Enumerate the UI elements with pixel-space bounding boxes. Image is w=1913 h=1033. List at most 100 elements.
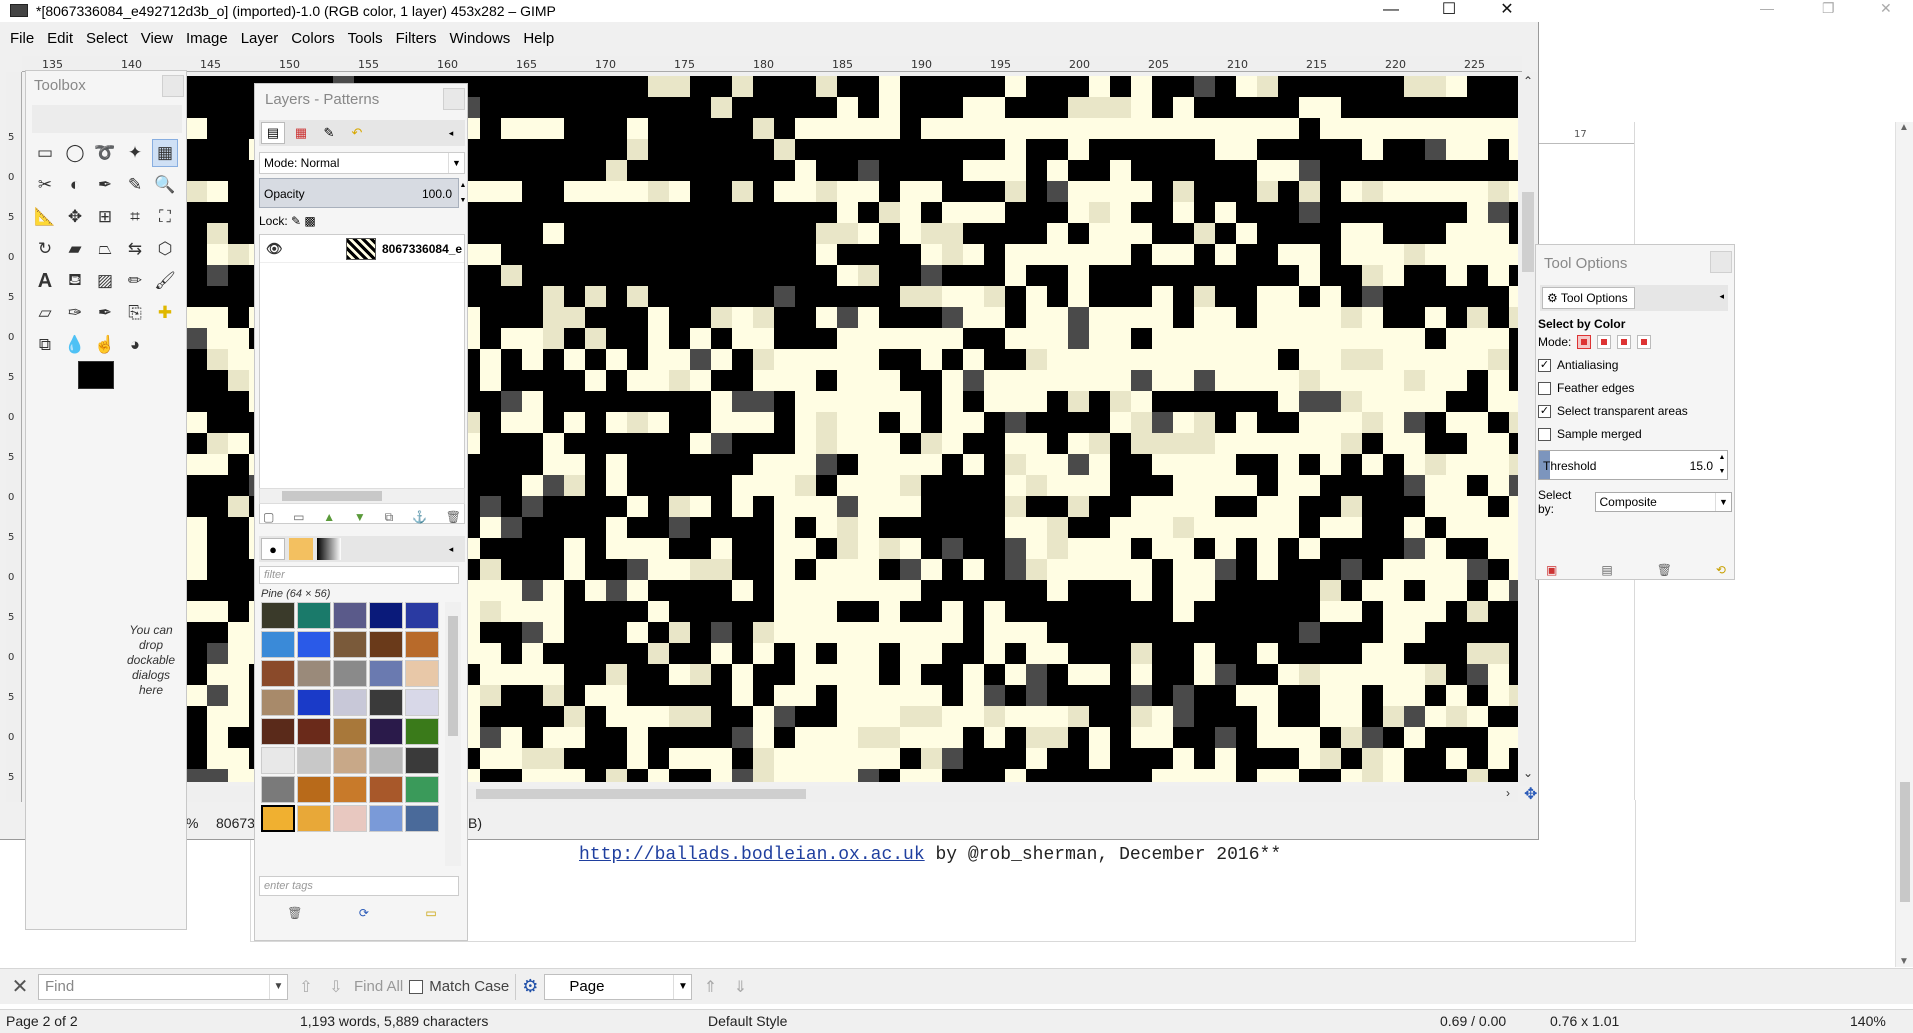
chevron-down-icon[interactable]: ▼ <box>1715 493 1731 511</box>
delete-pattern-icon[interactable]: 🗑 <box>287 906 302 920</box>
pattern-swatch[interactable] <box>297 776 331 803</box>
pattern-swatch[interactable] <box>297 689 331 716</box>
move-tool-icon[interactable]: ✥ <box>62 203 88 231</box>
page-count[interactable]: Page 2 of 2 <box>6 1013 78 1029</box>
tab-undo-icon[interactable]: ↶ <box>345 122 369 144</box>
eraser-tool-icon[interactable]: ▱ <box>32 299 58 327</box>
pattern-swatch[interactable] <box>369 660 403 687</box>
mode-subtract-icon[interactable] <box>1617 335 1632 349</box>
lock-pixels-icon[interactable]: ✎ <box>291 214 304 228</box>
airbrush-tool-icon[interactable]: ✑ <box>62 299 88 327</box>
tab-paths-icon[interactable]: ✎ <box>317 122 341 144</box>
clone-tool-icon[interactable]: ⎘ <box>122 299 148 327</box>
pattern-swatch[interactable] <box>405 631 439 658</box>
chevron-down-icon[interactable]: ▼ <box>448 153 464 173</box>
match-case-checkbox[interactable] <box>409 979 424 994</box>
scroll-down-icon[interactable]: ⌄ <box>1523 766 1533 780</box>
shear-tool-icon[interactable]: ▰ <box>62 235 88 263</box>
bg-restore-icon[interactable]: ❐ <box>1822 0 1835 17</box>
layer-list-scrollbar[interactable] <box>259 488 465 504</box>
layer-mode-select[interactable]: Mode: Normal ▼ <box>259 152 465 174</box>
rotate-tool-icon[interactable]: ↻ <box>32 235 58 263</box>
unified-transform-tool-icon[interactable]: ⛶ <box>152 203 178 231</box>
threshold-slider[interactable]: Threshold 15.0 ▲ ▼ <box>1538 450 1728 480</box>
reset-options-icon[interactable]: ⟲ <box>1716 563 1726 577</box>
pattern-swatch[interactable] <box>333 718 367 745</box>
cage-tool-icon[interactable]: ⬡ <box>152 235 178 263</box>
measure-tool-icon[interactable]: 📐 <box>32 203 58 231</box>
pattern-scrollbar[interactable] <box>445 602 461 866</box>
pattern-swatch[interactable] <box>369 689 403 716</box>
pattern-swatch[interactable] <box>369 805 403 832</box>
fuzzy-select-tool-icon[interactable]: ✦ <box>122 139 148 167</box>
pattern-swatch[interactable] <box>405 602 439 629</box>
pattern-swatch[interactable] <box>333 689 367 716</box>
scroll-thumb[interactable] <box>282 491 382 501</box>
option-row[interactable]: ✓ Antialiasing <box>1538 358 1732 372</box>
menu-image[interactable]: Image <box>186 30 228 52</box>
duplicate-layer-icon[interactable]: ⧉ <box>385 510 394 530</box>
smudge-tool-icon[interactable]: ☝ <box>92 331 118 359</box>
rect-select-tool-icon[interactable]: ▭ <box>32 139 58 167</box>
layer-list[interactable]: 👁 8067336084_e <box>259 234 465 524</box>
align-tool-icon[interactable]: ⊞ <box>92 203 118 231</box>
menu-edit[interactable]: Edit <box>47 30 73 52</box>
pattern-swatch[interactable] <box>369 718 403 745</box>
mode-add-icon[interactable] <box>1597 335 1612 349</box>
pattern-swatch[interactable] <box>333 805 367 832</box>
gradient-tool-icon[interactable]: ▨ <box>92 267 118 295</box>
pattern-swatch[interactable] <box>297 747 331 774</box>
tab-brushes-icon[interactable]: ● <box>261 538 285 560</box>
text-tool-icon[interactable]: A <box>32 267 58 295</box>
pattern-swatch[interactable] <box>333 660 367 687</box>
minimize-button[interactable]: — <box>1368 0 1414 22</box>
mode-replace-icon[interactable] <box>1577 335 1592 349</box>
option-row[interactable]: Feather edges <box>1538 381 1732 395</box>
perspective-clone-tool-icon[interactable]: ⧉ <box>32 331 58 359</box>
paths-tool-icon[interactable]: ✒ <box>92 171 118 199</box>
option-checkbox[interactable] <box>1538 427 1551 441</box>
lock-alpha-icon[interactable]: ▩ <box>304 214 315 228</box>
scroll-up-icon[interactable]: ▲ <box>1899 122 1909 133</box>
bucket-fill-tool-icon[interactable]: ⛾ <box>62 267 88 295</box>
color-picker-tool-icon[interactable]: ✎ <box>122 171 148 199</box>
dock-menu-icon[interactable]: ◂ <box>1719 291 1724 302</box>
new-layer-group-icon[interactable]: ▭ <box>293 510 304 530</box>
menu-help[interactable]: Help <box>523 30 554 52</box>
lower-layer-icon[interactable]: ▼ <box>354 510 366 530</box>
find-scope-select[interactable]: Page ▼ <box>544 973 693 1000</box>
zoom-level[interactable]: 140% <box>1850 1013 1886 1029</box>
foreground-color-swatch[interactable] <box>78 361 114 389</box>
pattern-swatch[interactable] <box>297 631 331 658</box>
mode-intersect-icon[interactable] <box>1637 335 1652 349</box>
close-panel-icon[interactable] <box>162 75 184 97</box>
pattern-swatch[interactable] <box>333 602 367 629</box>
horizontal-ruler[interactable]: 135 140 145 150 155 160 165 170 175 180 185 190 195 2… <box>22 56 1522 72</box>
close-find-icon[interactable]: ✕ <box>8 974 32 999</box>
pattern-swatch[interactable] <box>369 747 403 774</box>
scroll-thumb[interactable] <box>448 616 458 736</box>
tab-tool-options[interactable]: ⚙ Tool Options <box>1542 287 1635 309</box>
threshold-spinner[interactable]: ▲ ▼ <box>1717 451 1727 479</box>
option-row[interactable]: Sample merged <box>1538 427 1732 441</box>
dock-menu-icon[interactable]: ◂ <box>439 538 463 560</box>
free-select-tool-icon[interactable]: ➰ <box>92 139 118 167</box>
next-page-icon[interactable]: ⇓ <box>728 977 752 997</box>
pencil-tool-icon[interactable]: ✏ <box>122 267 148 295</box>
pattern-swatch[interactable] <box>405 776 439 803</box>
refresh-patterns-icon[interactable]: ⟳ <box>359 906 369 920</box>
menu-filters[interactable]: Filters <box>396 30 437 52</box>
tab-gradients-icon[interactable] <box>317 538 341 560</box>
document-link[interactable]: http://ballads.bodleian.ox.ac.uk <box>579 845 925 865</box>
tab-channels-icon[interactable]: ▦ <box>289 122 313 144</box>
pattern-swatch[interactable] <box>369 631 403 658</box>
pattern-swatch[interactable] <box>261 747 295 774</box>
pattern-swatch[interactable] <box>405 689 439 716</box>
option-checkbox[interactable]: ✓ <box>1538 404 1551 418</box>
tool-options-tab[interactable]: ⚙ Tool Options ◂ <box>1540 285 1728 311</box>
pattern-filter-input[interactable]: filter <box>259 566 459 584</box>
document-scrollbar[interactable]: ▲ ▼ <box>1895 122 1913 967</box>
scroll-down-icon[interactable]: ▼ <box>1899 956 1909 967</box>
select-by-color-tool-icon[interactable]: ▦ <box>152 139 178 167</box>
zoom-tool-icon[interactable]: 🔍 <box>152 171 178 199</box>
